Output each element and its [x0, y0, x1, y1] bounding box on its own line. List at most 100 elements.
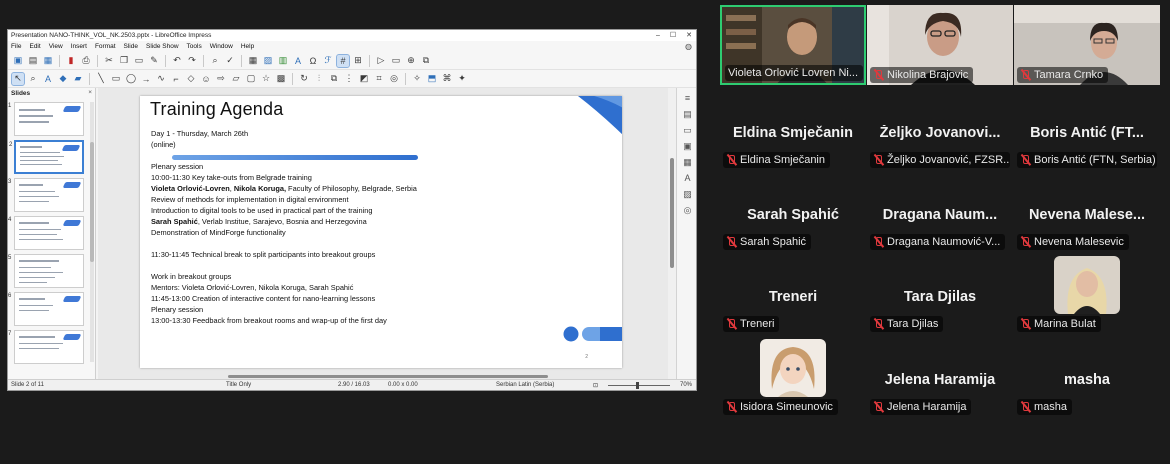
horizontal-scrollbar[interactable]: [228, 375, 548, 378]
arrange-icon[interactable]: ⧉: [328, 73, 340, 85]
arrow-line-icon[interactable]: →: [140, 73, 152, 85]
connector-icon[interactable]: ⌐: [170, 73, 182, 85]
paste-icon[interactable]: ▭: [133, 55, 145, 67]
menu-view[interactable]: View: [49, 43, 63, 50]
table-icon[interactable]: ▦: [247, 55, 259, 67]
print-icon[interactable]: ⎙: [80, 55, 92, 67]
rectangle-icon[interactable]: ▭: [110, 73, 122, 85]
zoom-pan-icon[interactable]: ⌕: [27, 73, 39, 85]
participant-tile-boris[interactable]: Boris Antić (FT... Boris Antić (FTN, Ser…: [1014, 90, 1160, 170]
participant-tile-tara[interactable]: Tara Djilas Tara Djilas: [867, 254, 1013, 334]
cut-icon[interactable]: ✂: [103, 55, 115, 67]
participant-tile-masha[interactable]: masha masha: [1014, 337, 1160, 417]
clone-formatting-icon[interactable]: ✎: [148, 55, 160, 67]
menu-window[interactable]: Window: [210, 43, 233, 50]
presentation-icon[interactable]: ▷: [375, 55, 387, 67]
zoom-slider-knob[interactable]: [636, 382, 639, 389]
participant-tile-jelena[interactable]: Jelena Haramija Jelena Haramija: [867, 337, 1013, 417]
find-replace-icon[interactable]: ⌕: [209, 55, 221, 67]
participant-tile-tamara[interactable]: Tamara Crnko: [1014, 5, 1160, 85]
participant-tile-dragana[interactable]: Dragana Naum... Dragana Naumović-V...: [867, 172, 1013, 252]
participant-tile-violeta[interactable]: Violeta Orlović Lovren Ni...: [720, 5, 866, 85]
duplicate-slide-icon[interactable]: ⧉: [420, 55, 432, 67]
menu-slide-show[interactable]: Slide Show: [146, 43, 179, 50]
image-icon[interactable]: ▨: [262, 55, 274, 67]
distribute-icon[interactable]: ⋮: [343, 73, 355, 85]
special-character-icon[interactable]: Ω: [307, 55, 319, 67]
stars-icon[interactable]: ☆: [260, 73, 272, 85]
participant-tile-sarah[interactable]: Sarah Spahić Sarah Spahić: [720, 172, 866, 252]
rotate-icon[interactable]: ↻: [298, 73, 310, 85]
slide-thumbnail-4[interactable]: 4: [8, 216, 84, 250]
textbox-icon[interactable]: A: [292, 55, 304, 67]
participant-tile-marina[interactable]: Marina Bulat: [1014, 254, 1160, 334]
fontwork-icon[interactable]: ℱ: [322, 55, 334, 67]
styles-icon[interactable]: A: [682, 172, 694, 184]
callout-icon[interactable]: ▢: [245, 73, 257, 85]
export-pdf-icon[interactable]: ▮: [65, 55, 77, 67]
open-icon[interactable]: ▤: [27, 55, 39, 67]
menu-edit[interactable]: Edit: [29, 43, 40, 50]
curve-icon[interactable]: ∿: [155, 73, 167, 85]
menu-help[interactable]: Help: [241, 43, 254, 50]
minimize-button[interactable]: –: [656, 30, 660, 41]
ellipse-icon[interactable]: ◯: [125, 73, 137, 85]
slide-thumbnail-2[interactable]: 2: [9, 140, 84, 174]
copy-icon[interactable]: ❐: [118, 55, 130, 67]
participant-tile-nikolina[interactable]: Nikolina Brajovic: [867, 5, 1013, 85]
participant-tile-zeljko[interactable]: Željko Jovanovi... Željko Jovanović, FZS…: [867, 90, 1013, 170]
slide-thumbnail-6[interactable]: 6: [8, 292, 84, 326]
slide-transition-icon[interactable]: ▭: [682, 124, 694, 136]
menu-tools[interactable]: Tools: [187, 43, 202, 50]
globe-icon[interactable]: ◍: [685, 42, 692, 51]
participant-tile-eldina[interactable]: Eldina Smječanin Eldina Smječanin: [720, 90, 866, 170]
slide-thumbnail-1[interactable]: 1: [8, 102, 84, 136]
save-icon[interactable]: ▦: [42, 55, 54, 67]
properties-icon[interactable]: ▤: [682, 108, 694, 120]
line-icon[interactable]: ╲: [95, 73, 107, 85]
interaction-icon[interactable]: ✦: [456, 73, 468, 85]
menu-slide[interactable]: Slide: [124, 43, 138, 50]
navigator-icon[interactable]: ◎: [682, 204, 694, 216]
zoom-slider[interactable]: [608, 385, 670, 386]
animation-icon[interactable]: ▣: [682, 140, 694, 152]
toggle-extrusion-icon[interactable]: ⬒: [426, 73, 438, 85]
slides-scrollbar[interactable]: [90, 102, 94, 362]
fill-color-icon[interactable]: ▰: [72, 73, 84, 85]
close-pane-icon[interactable]: ×: [88, 89, 92, 96]
slide-thumbnail-3[interactable]: 3: [8, 178, 84, 212]
menu-format[interactable]: Format: [95, 43, 116, 50]
undo-icon[interactable]: ↶: [171, 55, 183, 67]
symbol-shapes-icon[interactable]: ☺: [200, 73, 212, 85]
menu-file[interactable]: File: [11, 43, 21, 50]
new-slide-icon[interactable]: ⊕: [405, 55, 417, 67]
helplines-icon[interactable]: ⊞: [352, 55, 364, 67]
show-gluepoints-icon[interactable]: ✧: [411, 73, 423, 85]
block-arrows-icon[interactable]: ⇨: [215, 73, 227, 85]
slide-canvas[interactable]: Training Agenda Day 1 - Thursday, March …: [140, 96, 622, 368]
fontwork-gallery-icon[interactable]: ⌘: [441, 73, 453, 85]
slide-layout-icon[interactable]: ▭: [390, 55, 402, 67]
slide-thumbnail-7[interactable]: 7: [8, 330, 84, 364]
participant-tile-isidora[interactable]: Isidora Simeunovic: [720, 337, 866, 417]
chart-icon[interactable]: ▥: [277, 55, 289, 67]
zoom-fit-icon[interactable]: ⊡: [593, 382, 598, 389]
vertical-scrollbar[interactable]: [668, 88, 676, 380]
participant-tile-nevena[interactable]: Nevena Malese... Nevena Malesevic: [1014, 172, 1160, 252]
display-grid-icon[interactable]: #: [336, 53, 350, 68]
select-icon[interactable]: ↖: [11, 71, 25, 86]
new-document-icon[interactable]: ▣: [12, 55, 24, 67]
shadow-icon[interactable]: ◩: [358, 73, 370, 85]
master-slides-icon[interactable]: ▦: [682, 156, 694, 168]
participant-tile-treneri[interactable]: Treneri Treneri: [720, 254, 866, 334]
spelling-icon[interactable]: ✓: [224, 55, 236, 67]
line-color-icon[interactable]: ◆: [57, 73, 69, 85]
text-icon[interactable]: A: [42, 73, 54, 85]
menu-insert[interactable]: Insert: [71, 43, 87, 50]
filter-icon[interactable]: ◎: [388, 73, 400, 85]
maximize-button[interactable]: ☐: [670, 30, 676, 41]
redo-icon[interactable]: ↷: [186, 55, 198, 67]
3d-objects-icon[interactable]: ▩: [275, 73, 287, 85]
basic-shapes-icon[interactable]: ◇: [185, 73, 197, 85]
menu-icon[interactable]: ≡: [682, 92, 694, 104]
